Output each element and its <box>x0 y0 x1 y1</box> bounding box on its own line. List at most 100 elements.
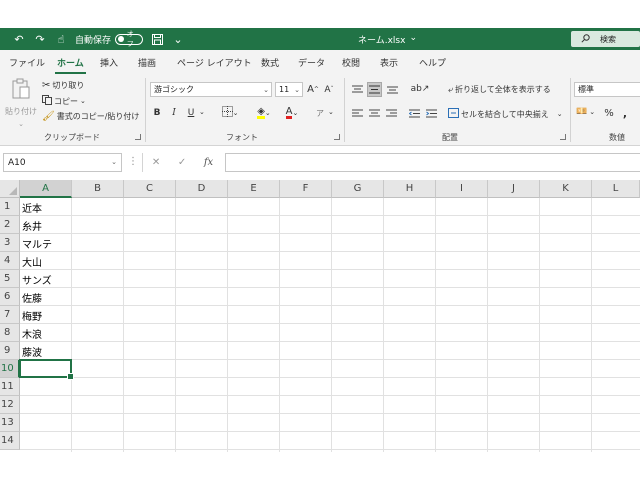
chevron-down-icon[interactable]: ⌄ <box>80 97 86 105</box>
orientation-button[interactable]: ab↗ <box>408 82 432 96</box>
cell-a4[interactable]: 大山 <box>22 252 42 270</box>
accounting-format-button[interactable]: 💴 ⌄ <box>576 107 595 117</box>
row-header[interactable]: 4 <box>0 252 20 270</box>
copy-button[interactable]: コピー ⌄ <box>42 95 86 107</box>
undo-icon[interactable]: ↶ <box>12 32 26 46</box>
column-header-d[interactable]: D <box>176 180 228 198</box>
increase-indent-icon[interactable] <box>424 106 438 120</box>
cell-a3[interactable]: マルテ <box>22 234 52 252</box>
row-header[interactable]: 8 <box>0 324 20 342</box>
row-header[interactable]: 13 <box>0 414 20 432</box>
chevron-down-icon[interactable]: ⌄ <box>557 110 563 118</box>
row-header[interactable]: 5 <box>0 270 20 288</box>
fill-color-button[interactable]: ◈ ⌄ <box>251 106 277 120</box>
tab-review[interactable]: 校閲 <box>342 56 360 69</box>
italic-button[interactable]: I <box>168 106 180 120</box>
clipboard-launcher-icon[interactable] <box>135 134 141 140</box>
search-box[interactable]: 検索 <box>571 31 640 47</box>
align-right-icon[interactable] <box>384 106 398 120</box>
tab-view[interactable]: 表示 <box>380 56 398 69</box>
phonetic-icon[interactable]: ア <box>313 106 327 120</box>
cut-button[interactable]: ✂ 切り取り <box>42 80 84 91</box>
check-icon[interactable]: ✓ <box>178 157 186 168</box>
save-icon[interactable] <box>150 32 164 46</box>
column-header-g[interactable]: G <box>332 180 384 198</box>
select-all-button[interactable] <box>0 180 20 198</box>
autosave-toggle[interactable]: 自動保存 オフ <box>75 30 144 48</box>
name-box[interactable]: A10 ⌄ <box>3 153 122 172</box>
row-header[interactable]: 12 <box>0 396 20 414</box>
redo-icon[interactable]: ↷ <box>33 32 47 46</box>
format-painter-button[interactable]: 🖌 書式のコピー/貼り付け <box>42 111 139 122</box>
row-header[interactable]: 6 <box>0 288 20 306</box>
row-header[interactable]: 9 <box>0 342 20 360</box>
chevron-down-icon[interactable]: ⌄ <box>328 108 334 116</box>
column-header-j[interactable]: J <box>488 180 540 198</box>
tab-help[interactable]: ヘルプ <box>419 56 446 69</box>
column-header-a[interactable]: A <box>20 180 72 198</box>
insert-function-icon[interactable]: fx <box>204 157 213 168</box>
touch-mode-icon[interactable]: ☝ <box>54 32 68 46</box>
spreadsheet-grid[interactable]: A B C D E F G H I J K L 1 2 3 4 5 6 7 8 … <box>0 180 640 452</box>
row-header[interactable]: 3 <box>0 234 20 252</box>
cancel-icon[interactable]: ✕ <box>152 157 160 168</box>
column-header-b[interactable]: B <box>72 180 124 198</box>
align-top-icon[interactable] <box>350 82 364 96</box>
tab-page-layout[interactable]: ページ レイアウト <box>177 56 252 69</box>
bold-button[interactable]: B <box>151 106 163 120</box>
paste-button[interactable]: 貼り付け ⌄ <box>4 78 38 128</box>
active-cell-a10[interactable] <box>19 359 74 380</box>
borders-button[interactable]: ⌄ <box>218 106 242 120</box>
percent-style-icon[interactable]: % <box>603 106 615 120</box>
cell-a6[interactable]: 佐藤 <box>22 288 42 306</box>
number-format-select[interactable]: 標準 <box>574 82 640 97</box>
align-center-icon[interactable] <box>367 106 381 120</box>
cell-a1[interactable]: 近本 <box>22 198 42 216</box>
column-header-k[interactable]: K <box>540 180 592 198</box>
customize-toolbar-icon[interactable]: ⌄ <box>171 32 185 46</box>
decrease-indent-icon[interactable] <box>407 106 421 120</box>
tab-file[interactable]: ファイル <box>9 56 45 69</box>
alignment-launcher-icon[interactable] <box>560 134 566 140</box>
row-header[interactable]: 7 <box>0 306 20 324</box>
formula-input[interactable] <box>225 153 640 172</box>
column-header-e[interactable]: E <box>228 180 280 198</box>
row-header[interactable]: 10 <box>0 360 20 378</box>
font-color-button[interactable]: A ⌄ <box>280 106 304 120</box>
font-launcher-icon[interactable] <box>334 134 340 140</box>
column-header-c[interactable]: C <box>124 180 176 198</box>
more-options-icon[interactable]: ⋮ <box>128 156 138 167</box>
tab-home[interactable]: ホーム <box>55 56 86 74</box>
tab-data[interactable]: データ <box>298 56 325 69</box>
row-header[interactable]: 1 <box>0 198 20 216</box>
chevron-down-icon[interactable]: ⌄ <box>199 108 205 116</box>
column-header-f[interactable]: F <box>280 180 332 198</box>
cell-a5[interactable]: サンズ <box>22 270 52 288</box>
merge-center-button[interactable]: セルを結合して中央揃え ⌄ <box>448 108 563 120</box>
comma-style-icon[interactable]: , <box>620 106 630 120</box>
font-size-select[interactable]: 11 ⌄ <box>275 82 303 97</box>
underline-button[interactable]: U <box>185 106 197 120</box>
column-header-i[interactable]: I <box>436 180 488 198</box>
row-header[interactable]: 11 <box>0 378 20 396</box>
cell-a9[interactable]: 藤波 <box>22 342 42 360</box>
increase-font-size-icon[interactable]: A ^ <box>306 82 320 97</box>
cell-a8[interactable]: 木浪 <box>22 324 42 342</box>
autosave-switch[interactable]: オフ <box>115 30 144 48</box>
column-header-h[interactable]: H <box>384 180 436 198</box>
tab-formulas[interactable]: 数式 <box>261 56 279 69</box>
align-bottom-icon[interactable] <box>385 82 399 96</box>
wrap-text-button[interactable]: ⤶ 折り返して全体を表示する <box>448 84 551 95</box>
align-middle-icon[interactable] <box>367 82 382 97</box>
cell-a2[interactable]: 糸井 <box>22 216 42 234</box>
column-header-l[interactable]: L <box>592 180 640 198</box>
align-left-icon[interactable] <box>350 106 364 120</box>
tab-draw[interactable]: 描画 <box>138 56 156 69</box>
cell-a7[interactable]: 梅野 <box>22 306 42 324</box>
row-header[interactable]: 14 <box>0 432 20 450</box>
tab-insert[interactable]: 挿入 <box>100 56 118 69</box>
font-name-select[interactable]: 游ゴシック ⌄ <box>150 82 272 97</box>
row-header[interactable]: 2 <box>0 216 20 234</box>
decrease-font-size-icon[interactable]: Aˇ <box>322 82 336 97</box>
chevron-down-icon[interactable]: ⌄ <box>409 33 417 46</box>
